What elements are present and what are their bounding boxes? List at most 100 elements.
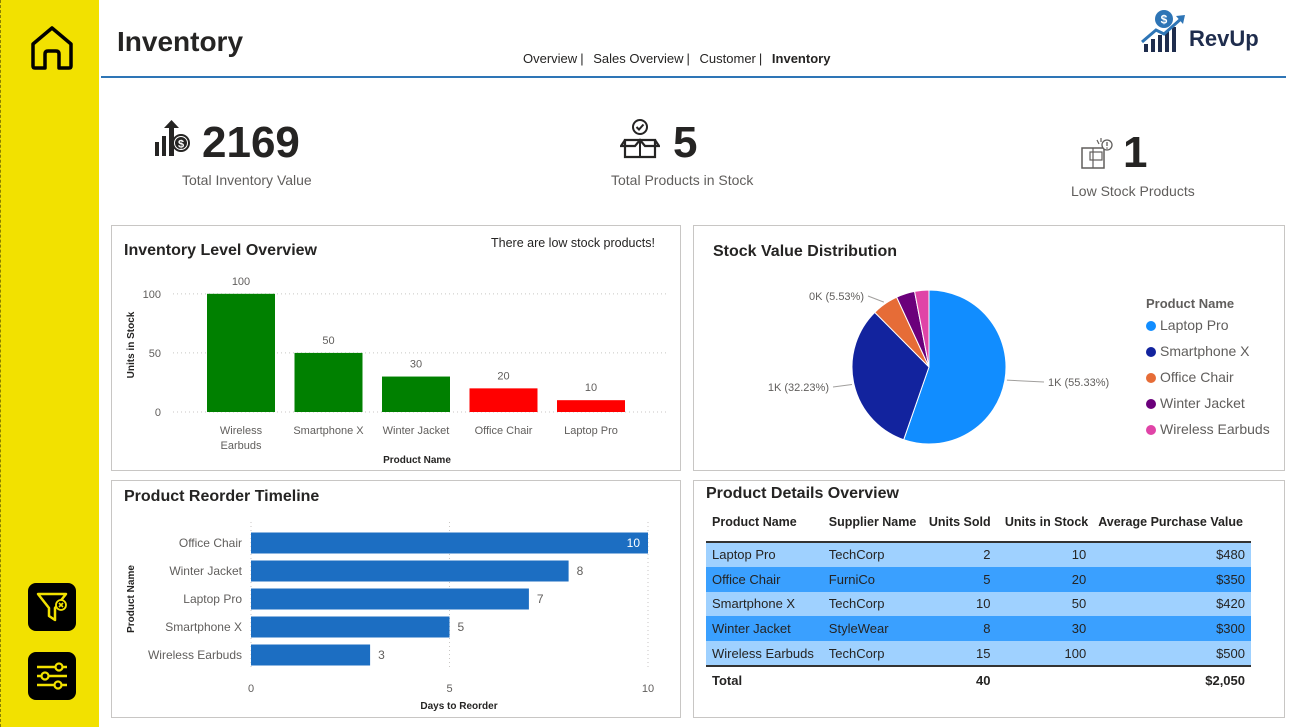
table-total-row: Total 40 $2,050 — [706, 664, 1251, 692]
data-label: 5 — [458, 620, 465, 634]
legend-item-winter-jacket[interactable]: Winter Jacket — [1146, 395, 1245, 411]
box-check-icon — [620, 119, 660, 159]
logo-text: RevUp — [1189, 26, 1259, 51]
filter-clear-icon — [36, 592, 68, 622]
y-tick-label: Office Chair — [179, 536, 242, 550]
legend-label: Wireless Earbuds — [1160, 421, 1270, 437]
pie-data-label: 1K (55.33%) — [1048, 377, 1109, 389]
legend-label: Winter Jacket — [1160, 395, 1245, 411]
kpi-low-stock: 1 — [1123, 128, 1148, 177]
bar-winter-jacket[interactable] — [251, 560, 569, 582]
bar-laptop-pro[interactable] — [557, 400, 625, 412]
y-tick-label: Laptop Pro — [183, 592, 242, 606]
table-cell: $480 — [1092, 541, 1251, 567]
table-cell: 50 — [996, 591, 1093, 617]
sliders-icon — [37, 662, 67, 690]
table-cell: $350 — [1092, 566, 1251, 592]
nav-customer[interactable]: Customer — [700, 51, 756, 66]
table-cell: 2 — [922, 541, 997, 567]
table-row[interactable]: Office Chair FurniCo 5 20 $350 — [706, 566, 1251, 592]
bar-winter-jacket[interactable] — [382, 376, 450, 412]
legend-label: Smartphone X — [1160, 343, 1250, 359]
data-label: 50 — [322, 335, 334, 347]
col-supplier-name[interactable]: Supplier Name — [823, 510, 923, 542]
nav-sales-overview[interactable]: Sales Overview — [593, 51, 683, 66]
col-units-in-stock[interactable]: Units in Stock — [996, 510, 1092, 542]
kpi-total-products-label: Total Products in Stock — [611, 172, 754, 188]
bar-wireless-earbuds[interactable] — [207, 293, 275, 412]
nav-overview[interactable]: Overview — [523, 51, 577, 66]
legend-label: Office Chair — [1160, 369, 1234, 385]
kpi-total-inventory-value-label: Total Inventory Value — [182, 172, 312, 188]
col-product-name[interactable]: Product Name — [706, 510, 823, 542]
data-label: 10 — [627, 536, 641, 550]
bar-laptop-pro[interactable] — [251, 588, 529, 610]
table-cell: TechCorp — [822, 591, 923, 617]
legend-item-smartphone-x[interactable]: Smartphone X — [1146, 343, 1250, 359]
legend-item-laptop-pro[interactable]: Laptop Pro — [1146, 317, 1229, 333]
data-label: 10 — [585, 382, 597, 394]
table-cell: Smartphone X — [706, 591, 823, 617]
sidebar — [0, 0, 99, 727]
kpi-total-inventory-value: 2169 — [202, 118, 300, 167]
x-axis-title: Product Name — [383, 455, 451, 466]
table-cell: 8 — [922, 616, 997, 642]
table-cell: TechCorp — [822, 541, 923, 567]
legend-item-office-chair[interactable]: Office Chair — [1146, 369, 1234, 385]
table-row[interactable]: Laptop Pro TechCorp 2 10 $480 — [706, 541, 1251, 567]
legend-marker — [1146, 373, 1156, 383]
bar-office-chair[interactable] — [469, 388, 538, 412]
table-cell: TechCorp — [822, 641, 923, 666]
y-tick-label: 0 — [155, 407, 161, 419]
table-cell: $420 — [1092, 591, 1251, 617]
x-tick-label: Smartphone X — [293, 425, 364, 437]
stock-value-pie-chart: 1K (55.33%) 1K (32.23%) 0K (5.53%) — [768, 289, 1109, 445]
table-header-row: Product Name Supplier Name Units Sold Un… — [706, 510, 1251, 542]
inventory-level-chart: 0 50 100 100 Wireless Earbuds 50 Smartphone X 30… — [126, 276, 666, 466]
col-avg-purchase-value[interactable]: Average Purchase Value — [1092, 510, 1251, 542]
kpi-total-products: 5 — [673, 118, 698, 167]
total-avg-purchase: $2,050 — [1092, 664, 1251, 692]
bar-wireless-earbuds[interactable] — [251, 644, 371, 666]
x-tick-label: Laptop Pro — [564, 425, 618, 437]
clear-filter-button[interactable] — [28, 583, 76, 631]
table-cell: 15 — [922, 641, 997, 666]
table-row[interactable]: Wireless Earbuds TechCorp 15 100 $500 — [706, 641, 1251, 666]
legend-marker — [1146, 425, 1156, 435]
table-cell: Laptop Pro — [706, 541, 823, 567]
bar-office-chair[interactable] — [251, 532, 648, 554]
data-label: 100 — [232, 276, 250, 288]
y-tick-label: Wireless Earbuds — [148, 648, 242, 662]
pie-data-label: 0K (5.53%) — [809, 291, 864, 303]
pie-leader-line — [1006, 379, 1045, 383]
y-tick-label: Winter Jacket — [169, 564, 242, 578]
x-axis-title: Days to Reorder — [420, 701, 497, 712]
col-units-sold[interactable]: Units Sold — [923, 510, 997, 542]
reorder-timeline-chart: 0 5 10 10 Office Chair 8 Winter Jacket 7 Laptop … — [126, 522, 654, 712]
page-navigation: Overview | Sales Overview | Customer | Inve… — [523, 51, 831, 66]
table-row[interactable]: Smartphone X TechCorp 10 50 $420 — [706, 591, 1251, 617]
bar-smartphone-x[interactable] — [251, 616, 450, 638]
legend-marker — [1146, 347, 1156, 357]
legend-item-wireless-earbuds[interactable]: Wireless Earbuds — [1146, 421, 1270, 437]
bar-smartphone-x[interactable] — [294, 352, 363, 412]
table-cell: 100 — [996, 641, 1093, 666]
svg-text:$: $ — [1161, 13, 1168, 27]
data-label: 3 — [378, 648, 385, 662]
table-cell: Office Chair — [706, 566, 823, 592]
pie-leader-line — [867, 295, 885, 303]
table-cell: 20 — [996, 566, 1093, 592]
data-label: 7 — [537, 592, 544, 606]
y-axis-title: Product Name — [126, 565, 137, 633]
settings-button[interactable] — [28, 652, 76, 700]
inventory-value-icon: $ — [155, 120, 190, 156]
table-row[interactable]: Winter Jacket StyleWear 8 30 $300 — [706, 616, 1251, 642]
page-title: Inventory — [117, 26, 244, 57]
table-cell: FurniCo — [822, 566, 923, 592]
x-tick-label: 0 — [248, 683, 254, 695]
home-icon[interactable] — [27, 22, 77, 72]
nav-inventory[interactable]: Inventory — [772, 51, 831, 66]
legend-marker — [1146, 321, 1156, 331]
y-tick-label: Smartphone X — [165, 620, 242, 634]
x-tick-label: Winter Jacket — [383, 425, 450, 437]
